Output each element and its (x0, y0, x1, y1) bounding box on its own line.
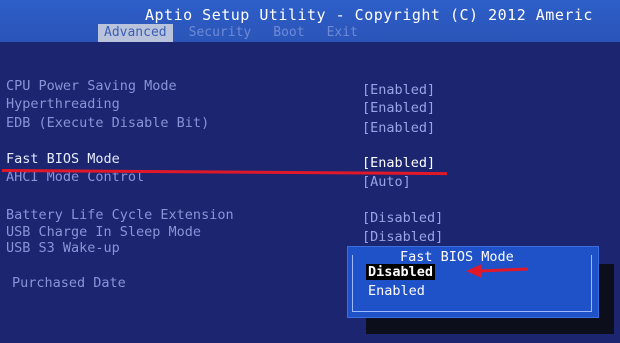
bios-screen: Aptio Setup Utility - Copyright (C) 2012… (0, 0, 620, 343)
setting-label-cpu-power-saving[interactable]: CPU Power Saving Mode (6, 78, 177, 94)
tab-advanced[interactable]: Advanced (98, 24, 173, 42)
title-bar: Aptio Setup Utility - Copyright (C) 2012… (0, 0, 620, 42)
fast-bios-mode-popup: Fast BIOS Mode Disabled Enabled (347, 246, 599, 318)
tab-bar: Advanced Security Boot Exit (98, 24, 364, 42)
setting-value-edb[interactable]: [Enabled] (362, 120, 435, 136)
setting-label-purchased-date: Purchased Date (12, 275, 126, 291)
tab-security[interactable]: Security (183, 24, 258, 42)
window-title: Aptio Setup Utility - Copyright (C) 2012… (145, 6, 593, 24)
setting-label-battery-life-cycle[interactable]: Battery Life Cycle Extension (6, 207, 234, 223)
setting-value-usb-charge-sleep[interactable]: [Disabled] (362, 229, 443, 245)
tab-exit[interactable]: Exit (321, 24, 364, 42)
setting-label-fast-bios-mode[interactable]: Fast BIOS Mode (6, 151, 120, 167)
setting-label-usb-s3-wakeup[interactable]: USB S3 Wake-up (6, 240, 120, 256)
setting-value-cpu-power-saving[interactable]: [Enabled] (362, 82, 435, 98)
setting-value-hyperthreading[interactable]: [Enabled] (362, 100, 435, 116)
setting-value-ahci-mode[interactable]: [Auto] (362, 174, 411, 190)
tab-boot[interactable]: Boot (267, 24, 310, 42)
popup-option-enabled[interactable]: Enabled (366, 283, 427, 299)
setting-label-hyperthreading[interactable]: Hyperthreading (6, 96, 120, 112)
popup-option-disabled[interactable]: Disabled (366, 264, 436, 280)
setting-label-usb-charge-sleep[interactable]: USB Charge In Sleep Mode (6, 224, 201, 240)
setting-value-battery-life-cycle[interactable]: [Disabled] (362, 210, 443, 226)
setting-value-fast-bios-mode[interactable]: [Enabled] (362, 155, 435, 171)
annotation-arrow-icon (466, 264, 529, 278)
setting-label-edb[interactable]: EDB (Execute Disable Bit) (6, 115, 209, 131)
